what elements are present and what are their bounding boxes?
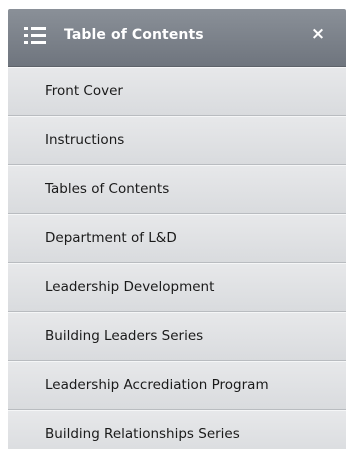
toc-item-label: Tables of Contents bbox=[45, 181, 170, 197]
toc-item-leadership-accrediation-program[interactable]: Leadership Accrediation Program bbox=[8, 361, 346, 410]
toc-list: Front Cover Instructions Tables of Conte… bbox=[8, 67, 346, 449]
toc-item-label: Front Cover bbox=[45, 83, 123, 99]
toc-item-label: Building Leaders Series bbox=[45, 328, 204, 344]
toc-header: Table of Contents × bbox=[8, 9, 346, 67]
toc-item-label: Department of L&D bbox=[45, 230, 177, 246]
toc-item-tables-of-contents[interactable]: Tables of Contents bbox=[8, 165, 346, 214]
toc-item-department-of-ld[interactable]: Department of L&D bbox=[8, 214, 346, 263]
toc-item-label: Leadership Accrediation Program bbox=[45, 377, 269, 393]
toc-item-label: Leadership Development bbox=[45, 279, 215, 295]
list-icon bbox=[24, 25, 46, 47]
close-icon[interactable]: × bbox=[308, 24, 328, 44]
toc-item-label: Instructions bbox=[45, 132, 125, 148]
toc-item-label: Building Relationships Series bbox=[45, 426, 240, 442]
toc-title: Table of Contents bbox=[64, 27, 204, 43]
toc-item-building-relationships-series[interactable]: Building Relationships Series bbox=[8, 410, 346, 449]
toc-item-instructions[interactable]: Instructions bbox=[8, 116, 346, 165]
toc-item-building-leaders-series[interactable]: Building Leaders Series bbox=[8, 312, 346, 361]
toc-item-front-cover[interactable]: Front Cover bbox=[8, 67, 346, 116]
toc-item-leadership-development[interactable]: Leadership Development bbox=[8, 263, 346, 312]
toc-panel: Table of Contents × Front Cover Instruct… bbox=[8, 9, 346, 449]
